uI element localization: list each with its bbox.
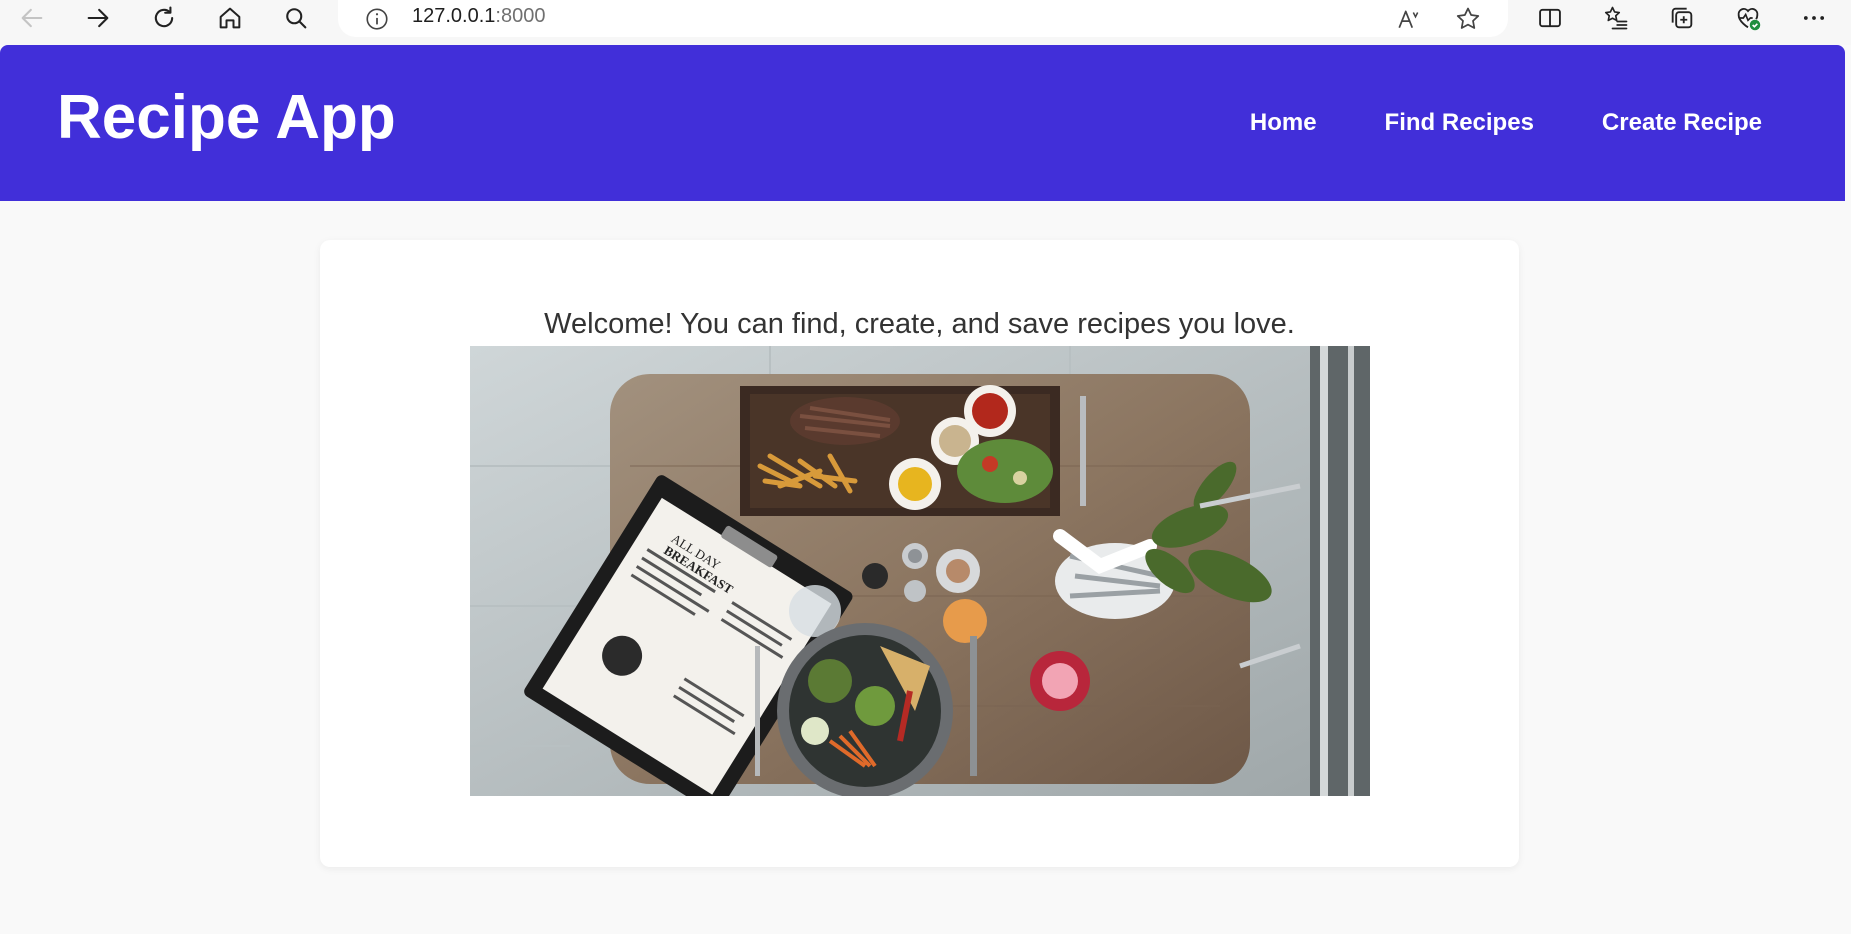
search-icon[interactable] bbox=[276, 1, 316, 35]
url-text[interactable]: 127.0.0.1:8000 bbox=[412, 5, 545, 28]
reload-icon[interactable] bbox=[144, 1, 184, 35]
info-icon[interactable] bbox=[362, 4, 392, 34]
collections-icon[interactable] bbox=[1662, 1, 1702, 35]
favorites-list-icon[interactable] bbox=[1596, 1, 1636, 35]
app-header: Recipe App Home Find Recipes Create Reci… bbox=[0, 45, 1845, 201]
browser-essentials-icon[interactable] bbox=[1728, 1, 1768, 35]
nav-find-recipes-link[interactable]: Find Recipes bbox=[1385, 109, 1534, 137]
food-table-illustration: ALL DAY BREAKFAST bbox=[470, 346, 1370, 796]
read-aloud-icon[interactable] bbox=[1393, 3, 1425, 35]
browser-toolbar: 127.0.0.1:8000 bbox=[0, 0, 1851, 45]
url-host: 127.0.0.1 bbox=[412, 5, 496, 27]
more-options-icon[interactable] bbox=[1794, 1, 1834, 35]
url-port: :8000 bbox=[495, 5, 546, 27]
welcome-message: Welcome! You can find, create, and save … bbox=[544, 308, 1295, 340]
home-icon[interactable] bbox=[210, 1, 250, 35]
back-arrow-icon[interactable] bbox=[12, 1, 52, 35]
favorite-star-icon[interactable] bbox=[1452, 3, 1484, 35]
main-nav: Home Find Recipes Create Recipe bbox=[1250, 45, 1762, 201]
address-bar[interactable]: 127.0.0.1:8000 bbox=[338, 0, 1508, 37]
welcome-card: Welcome! You can find, create, and save … bbox=[320, 240, 1519, 867]
nav-home-link[interactable]: Home bbox=[1250, 109, 1317, 137]
app-title: Recipe App bbox=[57, 83, 396, 152]
split-screen-icon[interactable] bbox=[1530, 1, 1570, 35]
nav-create-recipe-link[interactable]: Create Recipe bbox=[1602, 109, 1762, 137]
forward-arrow-icon[interactable] bbox=[78, 1, 118, 35]
hero-food-image: ALL DAY BREAKFAST bbox=[470, 346, 1370, 796]
